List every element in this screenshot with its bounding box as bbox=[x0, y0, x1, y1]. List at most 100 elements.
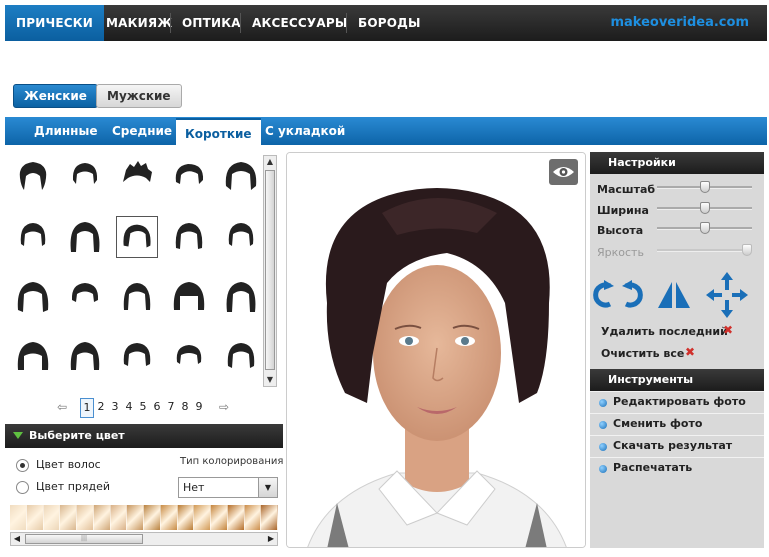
color-swatch[interactable] bbox=[43, 505, 61, 530]
hairstyle-thumbnail[interactable] bbox=[12, 276, 54, 318]
settings-header: Настройки bbox=[590, 152, 764, 174]
swatch-scrollbar[interactable]: ◀ ||| ▶ bbox=[10, 532, 278, 546]
color-swatch[interactable] bbox=[194, 505, 211, 530]
coloring-type-label: Тип колорирования bbox=[180, 456, 284, 467]
color-swatch[interactable] bbox=[127, 505, 144, 530]
color-swatch[interactable] bbox=[110, 505, 128, 530]
hairstyle-thumbnail[interactable] bbox=[220, 216, 262, 258]
site-logo[interactable]: makeoveridea.com bbox=[610, 5, 749, 41]
scroll-left-icon[interactable]: ◀ bbox=[11, 533, 23, 545]
hairstyle-thumbnail[interactable] bbox=[168, 156, 210, 198]
hair-color-label: Цвет волос bbox=[36, 458, 101, 471]
edit-photo-link[interactable]: Редактировать фото bbox=[590, 391, 764, 413]
page-number[interactable]: 3 bbox=[109, 398, 121, 416]
page-number[interactable]: 6 bbox=[151, 398, 163, 416]
move-arrows-icon[interactable] bbox=[706, 272, 748, 318]
hairstyle-thumbnail[interactable] bbox=[220, 276, 262, 318]
arrow-right-icon[interactable]: ⇨ bbox=[219, 400, 229, 414]
page-number[interactable]: 4 bbox=[123, 398, 135, 416]
hairstyle-thumbnail[interactable] bbox=[168, 276, 210, 318]
color-swatch[interactable] bbox=[93, 505, 111, 530]
eye-icon[interactable] bbox=[549, 159, 578, 185]
hairstyle-thumbnail[interactable] bbox=[64, 336, 106, 378]
scroll-down-icon[interactable]: ▼ bbox=[265, 375, 275, 385]
tab-medium[interactable]: Средние bbox=[103, 117, 181, 145]
nav-tab-beards[interactable]: БОРОДЫ bbox=[347, 5, 432, 41]
width-label: Ширина bbox=[597, 204, 649, 217]
hair-color-radio[interactable] bbox=[16, 459, 29, 472]
height-slider[interactable] bbox=[657, 222, 752, 234]
page-number-current[interactable]: 1 bbox=[80, 398, 94, 418]
brightness-label: Яркость bbox=[597, 246, 644, 259]
width-slider[interactable] bbox=[657, 202, 752, 214]
color-swatch[interactable] bbox=[77, 505, 94, 530]
color-swatch[interactable] bbox=[227, 505, 245, 530]
page-number[interactable]: 9 bbox=[193, 398, 205, 416]
hairstyle-thumbnail[interactable] bbox=[64, 276, 106, 318]
download-result-link[interactable]: Скачать результат bbox=[590, 435, 764, 457]
page-number[interactable]: 2 bbox=[95, 398, 107, 416]
close-icon[interactable]: ✖ bbox=[685, 345, 695, 359]
tab-styled[interactable]: С укладкой bbox=[256, 117, 354, 145]
print-link[interactable]: Распечатать bbox=[590, 457, 764, 479]
color-swatch[interactable] bbox=[26, 505, 44, 530]
hairstyle-thumbnail[interactable] bbox=[116, 156, 158, 198]
scale-slider[interactable] bbox=[657, 181, 752, 193]
transform-tools bbox=[590, 268, 764, 320]
strands-color-radio[interactable] bbox=[16, 481, 29, 494]
female-button[interactable]: Женские bbox=[13, 84, 98, 108]
bullet-icon bbox=[599, 399, 607, 407]
change-photo-link[interactable]: Сменить фото bbox=[590, 413, 764, 435]
color-swatch[interactable] bbox=[160, 505, 178, 530]
color-swatch[interactable] bbox=[60, 505, 77, 530]
height-slider-knob[interactable] bbox=[700, 222, 710, 234]
gallery-scrollbar[interactable]: ▲ ▼ bbox=[263, 155, 277, 387]
hairstyle-thumbnail[interactable] bbox=[220, 156, 262, 198]
hairstyle-thumbnail[interactable] bbox=[168, 216, 210, 258]
color-swatch[interactable] bbox=[244, 505, 262, 530]
color-swatch[interactable] bbox=[10, 505, 27, 530]
bullet-icon bbox=[599, 443, 607, 451]
color-swatches bbox=[10, 505, 278, 530]
page-number[interactable]: 5 bbox=[137, 398, 149, 416]
color-swatch[interactable] bbox=[211, 505, 228, 530]
delete-last-button[interactable]: Удалить последний bbox=[601, 325, 728, 338]
color-swatch[interactable] bbox=[144, 505, 161, 530]
eye-glyph bbox=[553, 167, 574, 177]
hairstyle-thumbnail[interactable] bbox=[12, 216, 54, 258]
rotate-icon[interactable] bbox=[593, 280, 643, 308]
scroll-right-icon[interactable]: ▶ bbox=[265, 533, 277, 545]
width-slider-knob[interactable] bbox=[700, 202, 710, 214]
arrow-left-icon[interactable]: ⇦ bbox=[57, 400, 67, 414]
close-icon[interactable]: ✖ bbox=[723, 323, 733, 337]
scroll-up-icon[interactable]: ▲ bbox=[265, 157, 275, 167]
page-number[interactable]: 8 bbox=[179, 398, 191, 416]
bullet-icon bbox=[599, 465, 607, 473]
page-number[interactable]: 7 bbox=[165, 398, 177, 416]
coloring-type-select[interactable]: Нет ▼ bbox=[178, 477, 278, 498]
scrollbar-thumb[interactable]: ||| bbox=[25, 534, 143, 544]
tool-label: Скачать результат bbox=[613, 439, 733, 452]
hairstyle-thumbnail[interactable] bbox=[64, 216, 106, 258]
hairstyle-thumbnail[interactable] bbox=[12, 336, 54, 378]
nav-tab-accessories[interactable]: АКСЕССУАРЫ bbox=[241, 5, 358, 41]
hairstyle-thumbnail[interactable] bbox=[64, 156, 106, 198]
color-swatch[interactable] bbox=[177, 505, 195, 530]
tab-short[interactable]: Короткие bbox=[176, 118, 261, 145]
hairstyle-thumbnail[interactable] bbox=[116, 336, 158, 378]
color-panel-header[interactable]: Выберите цвет bbox=[5, 424, 283, 448]
nav-tab-hairstyles[interactable]: ПРИЧЕСКИ bbox=[5, 5, 105, 41]
tools-header: Инструменты bbox=[590, 369, 764, 391]
color-swatch[interactable] bbox=[261, 505, 278, 530]
hairstyle-thumbnail[interactable] bbox=[12, 156, 54, 198]
scrollbar-thumb[interactable] bbox=[265, 170, 275, 370]
flip-icon[interactable] bbox=[658, 282, 690, 308]
hairstyle-thumbnail[interactable] bbox=[168, 336, 210, 378]
hairstyle-thumbnail[interactable] bbox=[116, 276, 158, 318]
tab-long[interactable]: Длинные bbox=[25, 117, 106, 145]
male-button[interactable]: Мужские bbox=[96, 84, 182, 108]
hairstyle-thumbnail-selected[interactable] bbox=[116, 216, 158, 258]
scale-slider-knob[interactable] bbox=[700, 181, 710, 193]
hairstyle-thumbnail[interactable] bbox=[220, 336, 262, 378]
clear-all-button[interactable]: Очистить все bbox=[601, 347, 684, 360]
